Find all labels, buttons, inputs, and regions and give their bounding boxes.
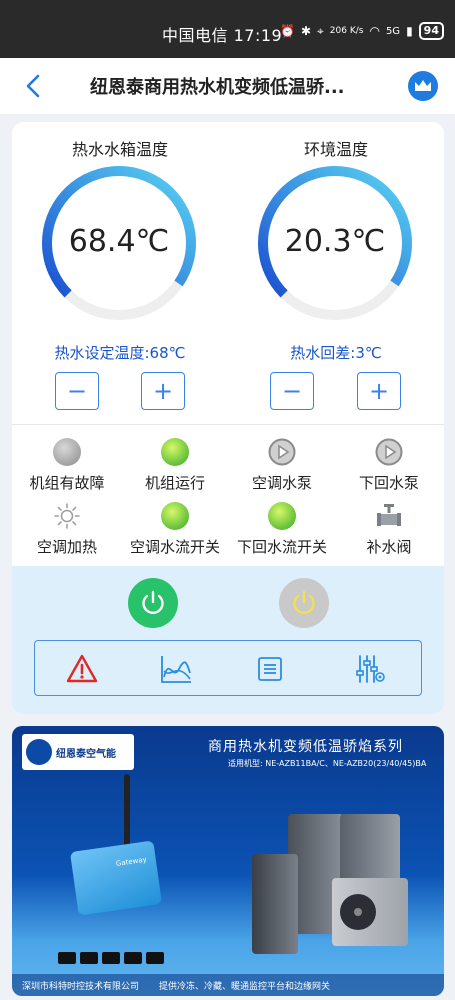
status-label: 补水阀	[366, 538, 412, 556]
ambient-temp-title: 环境温度	[303, 140, 368, 159]
device-card: 热水水箱温度 68.4℃ 热水设定温度:68℃ − + 环境温度 20.3℃ 热…	[12, 122, 444, 714]
trend-chart-icon[interactable]	[159, 653, 193, 685]
status-label: 机组运行	[144, 474, 205, 492]
platform-badges	[58, 952, 164, 964]
banner-subtitle: 适用机型: NE-AZB11BA/C、NE-AZB20(23/40/45)BA	[228, 759, 427, 768]
green-indicator-icon	[268, 502, 296, 530]
decrease-set-temp-button[interactable]: −	[55, 372, 99, 410]
app-header: 纽恩泰商用热水机变频低温骄...	[0, 58, 455, 114]
ambient-temp-value: 20.3℃	[284, 224, 386, 259]
status-label: 空调加热	[36, 538, 97, 556]
banner-footer: 深圳市科特时控技术有限公司 提供冷冻、冷藏、暖通监控平台和边缘网关	[12, 974, 444, 996]
control-area	[12, 566, 444, 714]
status-label: 空调水泵	[251, 474, 312, 492]
status-return-flow-switch: 下回水流开关	[227, 502, 337, 557]
warning-icon[interactable]	[65, 653, 99, 685]
status-label: 下回水泵	[358, 474, 419, 492]
power-off-button[interactable]	[279, 578, 329, 628]
fan-unit-image	[332, 878, 408, 946]
location-icon: ⌖	[317, 23, 324, 38]
net-speed: 206 K/s	[329, 26, 364, 36]
return-diff-label: 热水回差:3℃	[290, 344, 382, 362]
settings-sliders-icon[interactable]	[353, 653, 387, 685]
status-refill-valve: 补水阀	[334, 502, 444, 557]
status-return-pump: 下回水泵	[334, 438, 444, 493]
increase-return-diff-button[interactable]: +	[357, 372, 401, 410]
power-on-button[interactable]	[128, 578, 178, 628]
banner-title: 商用热水机变频低温骄焰系列	[208, 739, 403, 755]
antenna-image	[124, 774, 130, 854]
pump-icon	[268, 438, 296, 466]
wifi-icon: ◠	[369, 24, 380, 38]
function-toolbar	[34, 640, 422, 696]
tank-temp-title: 热水水箱温度	[71, 140, 168, 159]
gateway-label: Gateway	[115, 855, 148, 868]
status-bar: 中国电信 17:19 ⏰ ✱ ⌖ 206 K/s ◠ 5G ▮ 94	[0, 0, 455, 58]
power-icon	[142, 590, 164, 614]
status-label: 机组有故障	[29, 474, 105, 492]
status-ac-heating: 空调加热	[12, 502, 122, 557]
status-ac-pump: 空调水泵	[227, 438, 337, 493]
status-label: 空调水流开关	[129, 538, 220, 556]
page-title: 纽恩泰商用热水机变频低温骄...	[90, 77, 345, 98]
company-slogan: 提供冷冻、冷藏、暖通监控平台和边缘网关	[159, 981, 331, 992]
power-icon	[293, 590, 315, 614]
logo-icon	[26, 739, 52, 765]
company-name: 深圳市科特时控技术有限公司	[22, 981, 140, 992]
sun-icon	[54, 503, 80, 529]
green-indicator-icon	[161, 438, 189, 466]
valve-icon	[377, 504, 401, 526]
pump-icon	[375, 438, 403, 466]
divider	[12, 424, 444, 425]
signal-label: 5G	[385, 25, 401, 37]
list-icon[interactable]	[253, 653, 287, 685]
bluetooth-icon: ✱	[300, 24, 312, 38]
grey-indicator-icon	[53, 438, 81, 466]
battery-indicator: 94	[418, 22, 444, 40]
product-banner[interactable]: 纽恩泰空气能 商用热水机变频低温骄焰系列 适用机型: NE-AZB11BA/C、…	[12, 726, 444, 996]
logo-text: 纽恩泰空气能	[56, 748, 116, 760]
status-running: 机组运行	[120, 438, 230, 493]
alarm-icon: ⏰	[280, 24, 295, 38]
status-ac-flow-switch: 空调水流开关	[120, 502, 230, 557]
signal-icon: ▮	[406, 24, 413, 38]
gateway-device-image: Gateway	[69, 840, 163, 916]
carrier-time: 中国电信 17:19	[162, 26, 283, 45]
heat-pump-unit-image	[252, 854, 298, 954]
crown-icon[interactable]	[408, 71, 438, 101]
tank-temp-value: 68.4℃	[68, 224, 170, 259]
green-indicator-icon	[161, 502, 189, 530]
status-label: 下回水流开关	[236, 538, 327, 556]
set-temp-label: 热水设定温度:68℃	[54, 344, 186, 362]
decrease-return-diff-button[interactable]: −	[270, 372, 314, 410]
status-icons: ⏰ ✱ ⌖ 206 K/s ◠ 5G ▮ 94	[280, 22, 444, 40]
chevron-left-icon[interactable]	[22, 72, 48, 100]
increase-set-temp-button[interactable]: +	[141, 372, 185, 410]
status-fault: 机组有故障	[12, 438, 122, 493]
brand-logo: 纽恩泰空气能	[22, 734, 134, 770]
